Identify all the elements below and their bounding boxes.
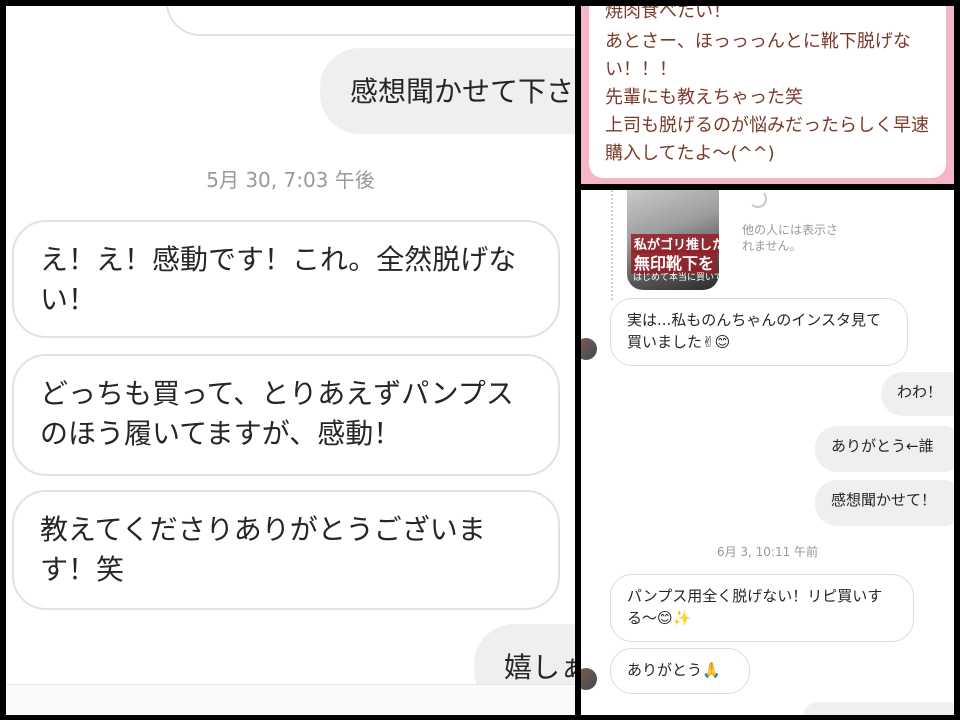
message-text: パンプス用全く脱げない！リピ買いする〜😊✨ (627, 587, 883, 627)
incoming-message[interactable]: ありがとう🙏 (610, 648, 750, 694)
message-text: 教えてくださりありがとうございます！笑 (40, 513, 486, 586)
review-line: 焼肉食べたい！ (605, 6, 731, 22)
message-text: 嬉しぁ (504, 651, 575, 684)
review-line: あとさー、ほっっっんとに靴下脱げな (605, 31, 911, 52)
right-chat-panel: 私がゴリ推した 無印靴下を はじめて本当に買いです 他の人には表示されません。 … (581, 190, 954, 715)
message-timestamp: 6月 3, 10:11 午前 (716, 545, 819, 559)
incoming-message-partial[interactable] (166, 6, 575, 36)
message-text: え！え！感動です！これ。全然脱げない！ (40, 243, 517, 316)
review-line: 購入してたよ〜(^^) (605, 143, 775, 164)
reply-arrow-icon (749, 190, 767, 208)
message-text: どっちも買って、とりあえずパンプスのほう履いてますが、感動！ (40, 377, 514, 450)
outgoing-message[interactable]: ありがとう←誰 (815, 426, 954, 472)
message-text: 感想聞かせて下さ (350, 75, 575, 108)
incoming-message[interactable]: 教えてくださりありがとうございます！笑 (12, 490, 560, 610)
message-input-bar[interactable] (6, 684, 575, 715)
outgoing-message-partial[interactable] (803, 702, 954, 715)
visibility-note: 他の人には表示されません。 (742, 223, 839, 253)
story-reply-thumbnail[interactable]: 私がゴリ推した 無印靴下を はじめて本当に買いです (627, 190, 719, 290)
review-card: 焼肉食べたい！ あとさー、ほっっっんとに靴下脱げな い！！！ 先輩にも教えちゃっ… (589, 6, 946, 178)
review-line: 上司も脱げるのが悩みだったらしく早速 (605, 115, 929, 136)
review-card-panel: 焼肉食べたい！ あとさー、ほっっっんとに靴下脱げな い！！！ 先輩にも教えちゃっ… (581, 6, 954, 184)
outgoing-message[interactable]: 感想聞かせて下さ (320, 48, 575, 134)
avatar[interactable] (581, 668, 597, 690)
outgoing-message[interactable]: わわ！ (881, 372, 954, 416)
message-text: 感想聞かせて！ (831, 491, 937, 509)
story-caption: はじめて本当に買いです (633, 273, 719, 283)
reply-thread-line (611, 190, 615, 300)
message-text: ありがとう🙏 (627, 661, 721, 679)
message-text: 実は...私ものんちゃんのインスタ見て買いました✌😊 (627, 311, 882, 351)
incoming-message[interactable]: パンプス用全く脱げない！リピ買いする〜😊✨ (610, 574, 914, 642)
review-line: い！！！ (605, 59, 677, 80)
message-timestamp: 5月 30, 7:03 午後 (206, 168, 375, 192)
incoming-message[interactable]: え！え！感動です！これ。全然脱げない！ (12, 220, 560, 338)
incoming-message[interactable]: 実は...私ものんちゃんのインスタ見て買いました✌😊 (610, 298, 908, 366)
review-line: 先輩にも教えちゃった笑 (605, 87, 803, 108)
left-chat-panel: 感想聞かせて下さ 5月 30, 7:03 午後 え！え！感動です！これ。全然脱げ… (6, 6, 575, 715)
incoming-message[interactable]: どっちも買って、とりあえずパンプスのほう履いてますが、感動！ (12, 354, 560, 476)
outgoing-message[interactable]: 感想聞かせて！ (815, 480, 954, 526)
message-text: ありがとう←誰 (831, 437, 934, 455)
message-text: わわ！ (897, 383, 943, 401)
avatar[interactable] (581, 338, 597, 360)
